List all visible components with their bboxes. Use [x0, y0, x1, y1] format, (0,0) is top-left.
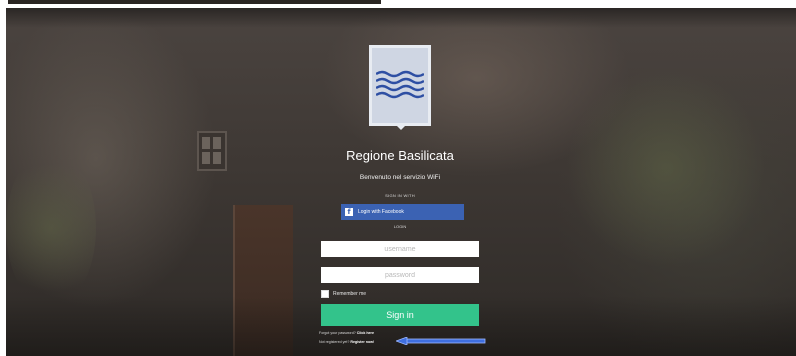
forgot-password-text: Forgot your password? [319, 331, 356, 335]
logo-pointer [395, 124, 407, 130]
waves-crest-icon [376, 70, 424, 99]
forgot-password-link[interactable]: Click here [357, 331, 374, 335]
register-link[interactable]: Register now! [350, 340, 374, 344]
remember-me-label: Remember me [333, 291, 367, 297]
tree-foliage [566, 68, 766, 268]
annotation-arrow-icon [396, 337, 486, 345]
sign-in-label: Sign in [386, 310, 414, 320]
region-logo [369, 45, 431, 126]
remember-me-checkbox[interactable] [321, 290, 329, 298]
username-input[interactable] [321, 241, 479, 257]
facebook-login-label: Login with Facebook [358, 209, 404, 215]
facebook-icon: f [345, 208, 353, 216]
sign-in-button[interactable]: Sign in [321, 304, 479, 326]
social-section-label: SIGN IN WITH [385, 193, 415, 198]
forgot-password-line: Forgot your password? Click here [319, 331, 374, 335]
register-text: Not registered yet? [319, 340, 350, 344]
remember-me-row[interactable]: Remember me [321, 290, 366, 298]
welcome-subtitle: Benvenuto nel servizio WiFi [359, 174, 441, 181]
facebook-login-button[interactable]: f Login with Facebook [341, 204, 464, 220]
shrub-foliage [6, 148, 96, 308]
top-image-edge [8, 0, 381, 4]
login-section-label: LOGIN [393, 224, 407, 229]
region-title: Regione Basilicata [346, 148, 454, 163]
register-line: Not registered yet? Register now! [319, 340, 374, 344]
wall-window [197, 131, 227, 171]
password-input[interactable] [321, 267, 479, 283]
